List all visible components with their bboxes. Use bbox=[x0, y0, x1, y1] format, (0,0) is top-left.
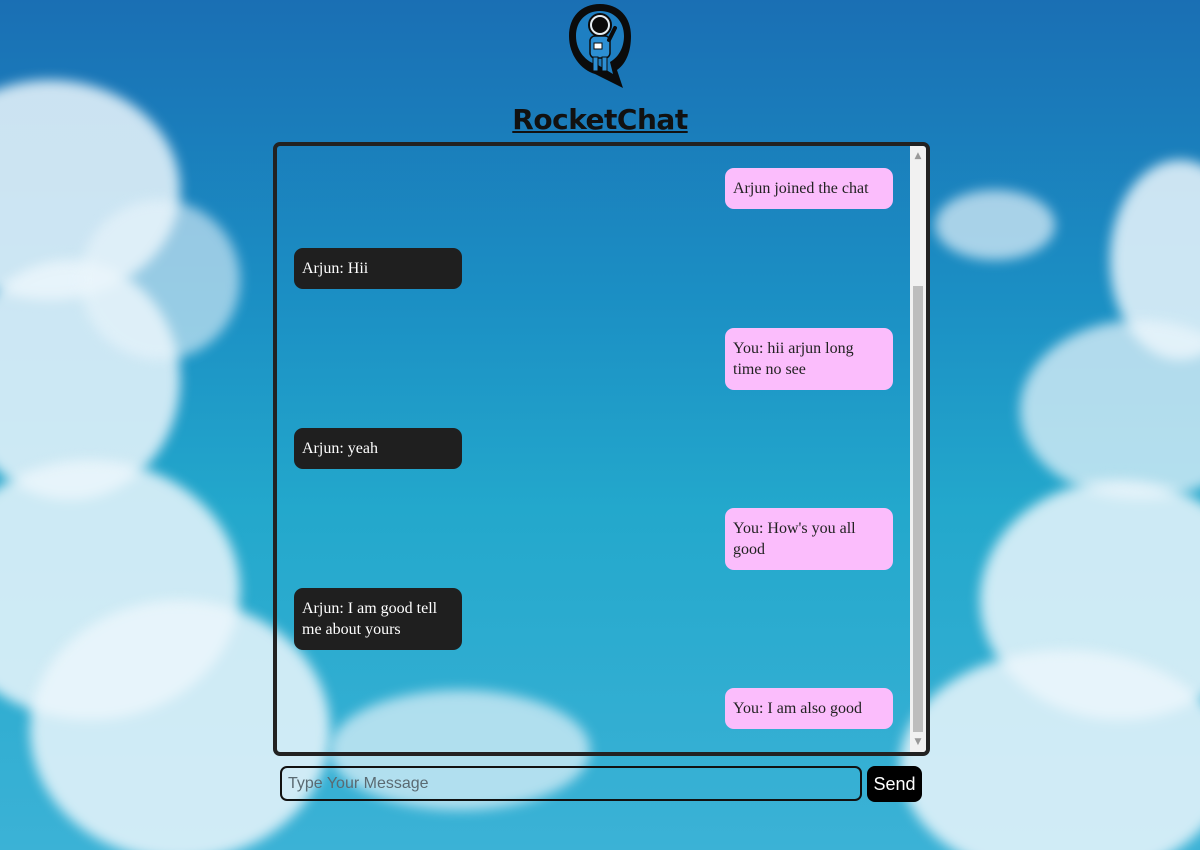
message-incoming: Arjun: I am good tell me about yours bbox=[294, 588, 462, 650]
scroll-thumb[interactable] bbox=[913, 286, 923, 732]
scroll-up-arrow-icon[interactable]: ▲ bbox=[910, 148, 926, 164]
message-list: Arjun joined the chat Arjun: Hii You: hi… bbox=[277, 146, 910, 752]
message-outgoing: You: How's you all good bbox=[725, 508, 893, 570]
chat-scrollbar[interactable]: ▲ ▼ bbox=[910, 146, 926, 752]
message-outgoing: Arjun joined the chat bbox=[725, 168, 893, 209]
astronaut-chat-logo-icon bbox=[565, 0, 635, 92]
message-incoming: Arjun: Hii bbox=[294, 248, 462, 289]
scroll-down-arrow-icon[interactable]: ▼ bbox=[910, 734, 926, 750]
message-composer: Send bbox=[280, 766, 922, 803]
message-incoming: Arjun: yeah bbox=[294, 428, 462, 469]
message-input[interactable] bbox=[280, 766, 862, 801]
message-outgoing: You: I am also good bbox=[725, 688, 893, 729]
app-title: RocketChat bbox=[512, 103, 688, 136]
send-button[interactable]: Send bbox=[867, 766, 922, 802]
message-outgoing: You: hii arjun long time no see bbox=[725, 328, 893, 390]
chat-window: Arjun joined the chat Arjun: Hii You: hi… bbox=[273, 142, 930, 756]
